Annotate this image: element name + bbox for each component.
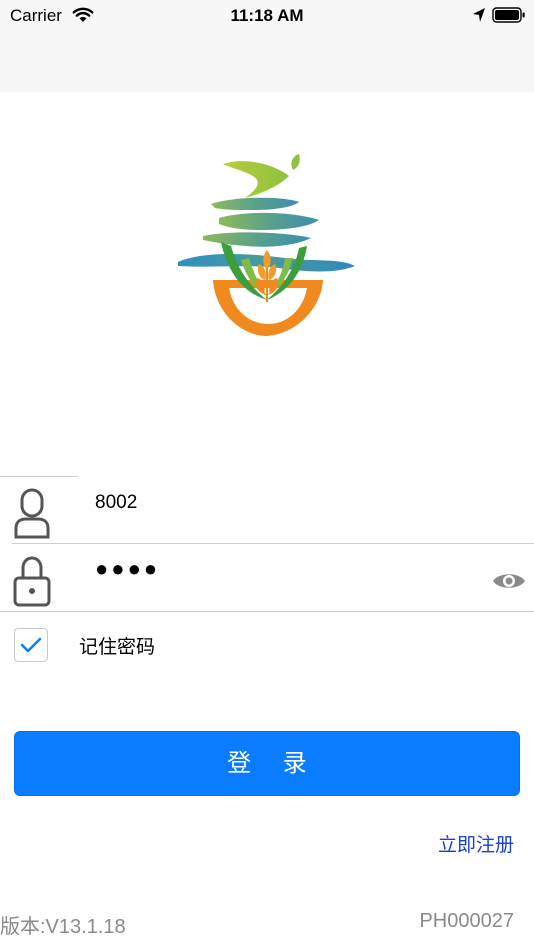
username-divider <box>12 543 534 544</box>
status-bar: Carrier 11:18 AM <box>0 0 534 32</box>
check-icon <box>20 637 41 652</box>
location-arrow-icon <box>473 8 485 22</box>
user-icon <box>14 488 50 539</box>
top-divider <box>0 476 78 477</box>
remember-password-checkbox[interactable] <box>14 628 48 662</box>
lock-icon <box>13 556 51 607</box>
password-input[interactable]: ●●●● <box>95 556 160 582</box>
device-id-label: PH000027 <box>419 910 514 932</box>
register-link[interactable]: 立即注册 <box>438 830 514 857</box>
username-input[interactable] <box>95 490 475 516</box>
login-button[interactable]: 登 录 <box>14 731 520 796</box>
password-divider <box>0 611 534 612</box>
version-label: 版本:V13.1.18 <box>0 916 126 938</box>
app-logo <box>178 154 355 336</box>
eye-icon[interactable] <box>491 569 527 593</box>
battery-icon <box>492 7 525 23</box>
remember-password-label[interactable]: 记住密码 <box>79 632 155 659</box>
navigation-bar <box>0 32 534 92</box>
clock: 11:18 AM <box>230 6 304 25</box>
